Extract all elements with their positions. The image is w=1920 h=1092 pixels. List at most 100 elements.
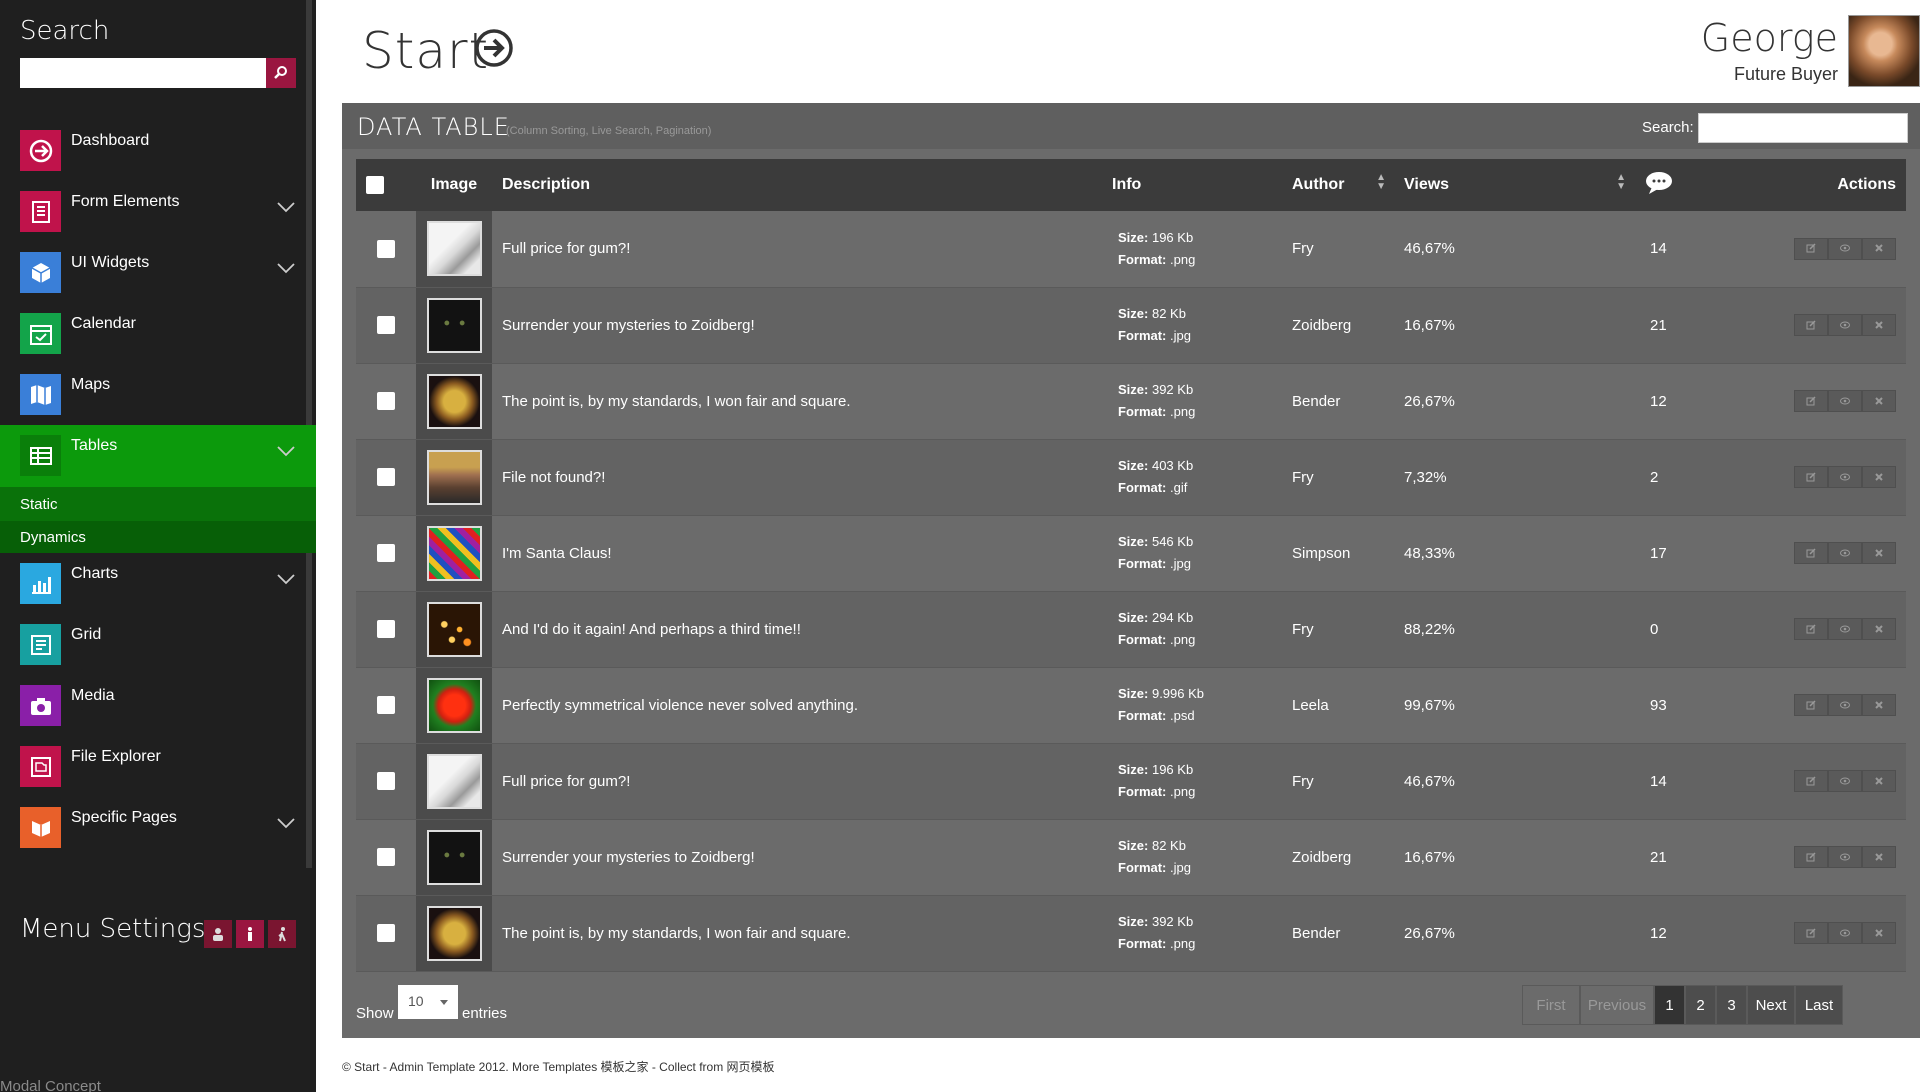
- row-thumbnail[interactable]: [426, 297, 482, 353]
- edit-button[interactable]: [1794, 922, 1828, 944]
- menu-setting-standing-button[interactable]: [236, 920, 264, 948]
- edit-button[interactable]: [1794, 618, 1828, 640]
- view-button[interactable]: [1828, 237, 1862, 260]
- row-thumbnail[interactable]: [426, 221, 482, 277]
- sidebar-item-maps[interactable]: Maps: [0, 364, 316, 425]
- view-button[interactable]: [1828, 314, 1862, 336]
- sidebar-item-media[interactable]: Media: [0, 675, 316, 736]
- row-checkbox[interactable]: [377, 696, 395, 715]
- row-checkbox[interactable]: [377, 392, 395, 411]
- view-button[interactable]: [1828, 846, 1862, 868]
- table-row[interactable]: And I'd do it again! And perhaps a third…: [356, 591, 1906, 668]
- row-thumbnail[interactable]: [426, 753, 482, 809]
- row-checkbox[interactable]: [377, 239, 395, 258]
- edit-button[interactable]: [1794, 770, 1828, 792]
- delete-button[interactable]: [1862, 770, 1896, 792]
- edit-button[interactable]: [1794, 466, 1828, 488]
- entries-per-page-select[interactable]: 10: [398, 985, 458, 1019]
- menu-setting-user-button[interactable]: [204, 920, 232, 948]
- page-button-previous[interactable]: Previous: [1580, 985, 1654, 1025]
- page-button-2[interactable]: 2: [1685, 985, 1716, 1025]
- sidebar-item-calendar[interactable]: Calendar: [0, 303, 316, 364]
- row-thumbnail[interactable]: [426, 829, 482, 885]
- row-thumbnail[interactable]: [426, 601, 482, 657]
- chevron-down-icon[interactable]: [276, 817, 296, 829]
- delete-button[interactable]: [1862, 237, 1896, 260]
- edit-button[interactable]: [1794, 846, 1828, 868]
- row-checkbox[interactable]: [377, 544, 395, 563]
- row-thumbnail[interactable]: [426, 677, 482, 733]
- sidebar-item-dashboard[interactable]: Dashboard: [0, 120, 316, 181]
- table-row[interactable]: I'm Santa Claus! Size: 546 Kb Format: .jpg…: [356, 515, 1906, 592]
- sort-arrows-icon[interactable]: ▲ ▼: [1376, 173, 1386, 192]
- sidebar-item-specific-pages[interactable]: Specific Pages: [0, 797, 316, 858]
- page-button-next[interactable]: Next: [1747, 985, 1795, 1025]
- delete-button[interactable]: [1862, 390, 1896, 412]
- table-search-input[interactable]: [1698, 113, 1908, 143]
- table-row[interactable]: Full price for gum?! Size: 196 Kb Format: …: [356, 743, 1906, 820]
- column-header-description[interactable]: Description: [492, 159, 1102, 211]
- table-row[interactable]: Surrender your mysteries to Zoidberg! Siz…: [356, 819, 1906, 896]
- sidebar-item-tables[interactable]: Tables: [0, 425, 316, 487]
- sidebar-search-button[interactable]: [266, 58, 296, 88]
- delete-button[interactable]: [1862, 618, 1896, 640]
- page-button-first[interactable]: First: [1522, 985, 1580, 1025]
- sidebar-item-form-elements[interactable]: Form Elements: [0, 181, 316, 242]
- chevron-down-icon[interactable]: [276, 445, 296, 457]
- view-button[interactable]: [1828, 694, 1862, 716]
- row-checkbox[interactable]: [377, 468, 395, 487]
- edit-button[interactable]: [1794, 694, 1828, 716]
- row-checkbox[interactable]: [377, 848, 395, 867]
- view-button[interactable]: [1828, 770, 1862, 792]
- delete-button[interactable]: [1862, 542, 1896, 564]
- column-header-info[interactable]: Info: [1102, 159, 1282, 211]
- row-thumbnail[interactable]: [426, 905, 482, 961]
- chevron-down-icon[interactable]: [276, 262, 296, 274]
- column-header-image[interactable]: Image: [416, 159, 492, 211]
- delete-button[interactable]: [1862, 314, 1896, 336]
- column-header-author[interactable]: Author ▲ ▼: [1282, 159, 1394, 211]
- row-checkbox[interactable]: [377, 924, 395, 943]
- view-button[interactable]: [1828, 618, 1862, 640]
- delete-button[interactable]: [1862, 694, 1896, 716]
- table-row[interactable]: The point is, by my standards, I won fai…: [356, 895, 1906, 972]
- sidebar-subitem-static[interactable]: Static: [0, 487, 316, 521]
- sidebar-item-ui-widgets[interactable]: UI Widgets: [0, 242, 316, 303]
- sidebar-search-input[interactable]: [20, 58, 296, 88]
- row-thumbnail[interactable]: [426, 449, 482, 505]
- sidebar-item-file-explorer[interactable]: File Explorer: [0, 736, 316, 797]
- sidebar-item-charts[interactable]: Charts: [0, 553, 316, 614]
- column-header-views[interactable]: Views ▲ ▼: [1394, 159, 1634, 211]
- avatar[interactable]: [1848, 15, 1920, 87]
- page-button-3[interactable]: 3: [1716, 985, 1747, 1025]
- table-row[interactable]: File not found?! Size: 403 Kb Format: .gif…: [356, 439, 1906, 516]
- row-checkbox[interactable]: [377, 620, 395, 639]
- delete-button[interactable]: [1862, 922, 1896, 944]
- row-checkbox[interactable]: [377, 316, 395, 335]
- column-header-comments[interactable]: [1634, 159, 1754, 211]
- view-button[interactable]: [1828, 390, 1862, 412]
- row-thumbnail[interactable]: [426, 525, 482, 581]
- chevron-down-icon[interactable]: [276, 201, 296, 213]
- edit-button[interactable]: [1794, 542, 1828, 564]
- modal-concept-link[interactable]: Modal Concept: [0, 1078, 101, 1092]
- row-thumbnail[interactable]: [426, 373, 482, 429]
- view-button[interactable]: [1828, 542, 1862, 564]
- sort-arrows-icon[interactable]: ▲ ▼: [1616, 173, 1626, 192]
- menu-setting-walking-button[interactable]: [268, 920, 296, 948]
- chevron-down-icon[interactable]: [276, 573, 296, 585]
- user-name[interactable]: George: [1701, 16, 1838, 60]
- table-row[interactable]: Perfectly symmetrical violence never sol…: [356, 667, 1906, 744]
- row-checkbox[interactable]: [377, 772, 395, 791]
- edit-button[interactable]: [1794, 390, 1828, 412]
- view-button[interactable]: [1828, 922, 1862, 944]
- view-button[interactable]: [1828, 466, 1862, 488]
- sidebar-subitem-dynamics[interactable]: Dynamics: [0, 521, 316, 553]
- delete-button[interactable]: [1862, 846, 1896, 868]
- select-all-checkbox[interactable]: [366, 175, 384, 194]
- table-row[interactable]: The point is, by my standards, I won fai…: [356, 363, 1906, 440]
- table-row[interactable]: Full price for gum?! Size: 196 Kb Format: …: [356, 211, 1906, 288]
- table-row[interactable]: Surrender your mysteries to Zoidberg! Siz…: [356, 287, 1906, 364]
- page-button-last[interactable]: Last: [1795, 985, 1843, 1025]
- edit-button[interactable]: [1794, 237, 1828, 260]
